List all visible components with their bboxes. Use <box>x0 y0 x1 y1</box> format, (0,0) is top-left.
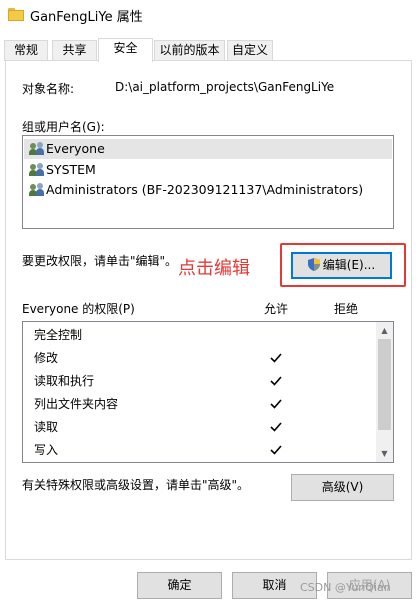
object-name-value: D:\ai_platform_projects\GanFengLiYe <box>115 80 335 94</box>
permission-name: 读取和执行 <box>34 374 95 388</box>
edit-button-label: 编辑(E)... <box>322 258 376 272</box>
permission-row: 读取 <box>34 417 58 437</box>
annotation-text: 点击编辑 <box>178 258 250 279</box>
title-bar: GanFengLiYe 属性 <box>0 0 420 30</box>
deny-column-header: 拒绝 <box>334 302 359 316</box>
scroll-up-icon[interactable]: ▲ <box>376 322 393 339</box>
permissions-header: Everyone 的权限(P) <box>22 302 135 316</box>
scroll-down-icon[interactable]: ▼ <box>376 445 393 462</box>
permission-scrollbar[interactable]: ▲ ▼ <box>376 322 393 462</box>
window-title: GanFengLiYe 属性 <box>30 10 143 25</box>
permission-row: 列出文件夹内容 <box>34 394 118 414</box>
user-item-system[interactable]: SYSTEM <box>24 160 392 180</box>
permission-row: 读取和执行 <box>34 371 94 391</box>
change-permission-hint: 要更改权限，请单击"编辑"。 <box>22 254 178 268</box>
tab-customize[interactable]: 自定义 <box>227 40 273 61</box>
tab-sharing[interactable]: 共享 <box>52 40 97 61</box>
permission-row: 修改 <box>34 348 58 368</box>
advanced-button[interactable]: 高级(V) <box>291 474 394 501</box>
ok-button[interactable]: 确定 <box>137 572 222 599</box>
user-name: SYSTEM <box>46 162 96 177</box>
tab-strip: 常规 共享 安全 以前的版本 自定义 <box>4 38 416 62</box>
user-group-icon <box>29 163 45 177</box>
permission-name: 写入 <box>34 443 59 457</box>
permission-name: 读取 <box>34 420 59 434</box>
tab-security[interactable]: 安全 <box>98 38 153 62</box>
allow-check-icon <box>270 353 282 363</box>
tab-previous-versions[interactable]: 以前的版本 <box>154 40 225 61</box>
user-name: Everyone <box>46 141 105 156</box>
tab-general[interactable]: 常规 <box>4 40 48 61</box>
user-group-icon <box>29 183 45 197</box>
watermark-text: CSDN @YunQian <box>300 581 391 594</box>
permission-row: 写入 <box>34 440 58 460</box>
edit-button[interactable]: 编辑(E)... <box>291 252 392 279</box>
advanced-hint: 有关特殊权限或高级设置，请单击"高级"。 <box>22 478 250 492</box>
user-item-everyone[interactable]: Everyone <box>24 139 392 159</box>
uac-shield-icon <box>307 258 320 271</box>
folder-icon <box>8 8 24 21</box>
allow-column-header: 允许 <box>264 302 289 316</box>
allow-check-icon <box>270 422 282 432</box>
scroll-thumb[interactable] <box>378 339 391 430</box>
allow-check-icon <box>270 399 282 409</box>
user-name: Administrators (BF-202309121137\Administ… <box>46 182 364 197</box>
user-item-administrators[interactable]: Administrators (BF-202309121137\Administ… <box>24 180 392 200</box>
permission-name: 完全控制 <box>34 328 83 342</box>
object-name-label: 对象名称: <box>22 82 75 96</box>
permission-list[interactable]: 完全控制 修改 读取和执行 列出文件夹内容 读取 写入 ▲ ▼ <box>22 321 394 463</box>
user-list[interactable]: Everyone SYSTEM Administrators (BF-20230… <box>22 135 394 229</box>
group-users-label: 组或用户名(G): <box>22 120 105 134</box>
permission-row: 完全控制 <box>34 325 82 345</box>
user-group-icon <box>29 142 45 156</box>
allow-check-icon <box>270 445 282 455</box>
allow-check-icon <box>270 376 282 386</box>
permission-name: 修改 <box>34 351 59 365</box>
permission-name: 列出文件夹内容 <box>34 397 119 411</box>
